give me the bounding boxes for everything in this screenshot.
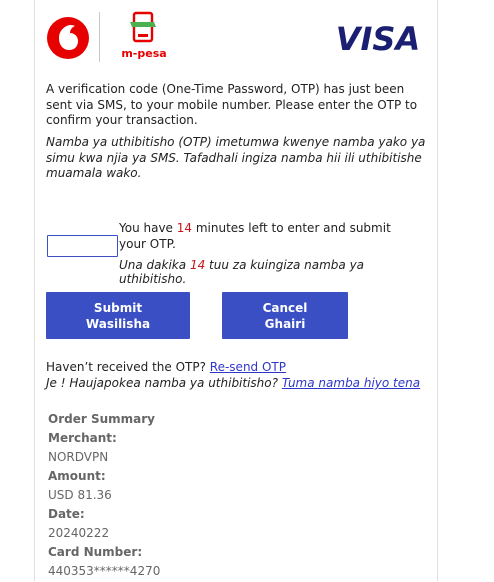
- logo-divider: [99, 12, 100, 62]
- date-value: 20240222: [48, 526, 110, 540]
- timer-prefix: You have: [119, 221, 177, 235]
- amount-label: Amount:: [48, 469, 106, 483]
- amount-value: USD 81.36: [48, 488, 112, 502]
- intro-text-en: A verification code (One-Time Password, …: [46, 82, 418, 127]
- logo-bar: m-pesa VISA: [46, 8, 426, 68]
- summary-title: Order Summary: [48, 412, 155, 426]
- otp-timer-sw: Una dakika 14 tuu za kuingiza namba ya u…: [119, 258, 419, 286]
- otp-timer-en: You have 14 minutes left to enter and su…: [119, 221, 419, 252]
- resend-text-sw: Je ! Haujapokea namba ya uthibitisho?: [46, 376, 282, 390]
- merchant-value: NORDVPN: [48, 450, 109, 464]
- cancel-label-sw: Ghairi: [264, 316, 306, 331]
- vodafone-logo: [47, 17, 89, 59]
- submit-button[interactable]: Submit Wasilisha: [46, 292, 190, 339]
- cancel-button[interactable]: Cancel Ghairi: [222, 292, 348, 339]
- visa-logo-text: VISA: [336, 20, 420, 56]
- resend-line-en: Haven’t received the OTP? Re-send OTP: [46, 360, 286, 376]
- mpesa-logo: m-pesa: [121, 11, 167, 60]
- card-value: 440353******4270: [48, 564, 161, 578]
- intro-text-sw: Namba ya uthibitisho (OTP) imetumwa kwen…: [46, 135, 426, 180]
- minutes-left-sw: 14: [189, 258, 206, 272]
- resend-line-sw: Je ! Haujapokea namba ya uthibitisho? Tu…: [46, 376, 420, 390]
- visa-logo: VISA: [336, 20, 420, 56]
- date-label: Date:: [48, 507, 85, 521]
- cancel-label-en: Cancel: [262, 300, 308, 315]
- mpesa-logo-text: m-pesa: [121, 47, 166, 60]
- order-summary: Order Summary Merchant: NORDVPN Amount: …: [48, 411, 160, 582]
- merchant-label: Merchant:: [48, 431, 117, 445]
- resend-otp-link-sw[interactable]: Tuma namba hiyo tena: [282, 376, 420, 390]
- timer-sw-prefix: Una dakika: [119, 258, 190, 272]
- submit-label-sw: Wasilisha: [85, 316, 151, 331]
- resend-otp-link[interactable]: Re-send OTP: [210, 360, 286, 374]
- resend-text-en: Haven’t received the OTP?: [46, 360, 210, 374]
- minutes-left: 14: [176, 221, 193, 235]
- submit-label-en: Submit: [93, 300, 143, 315]
- otp-input[interactable]: [47, 235, 118, 257]
- card-label: Card Number:: [48, 545, 143, 559]
